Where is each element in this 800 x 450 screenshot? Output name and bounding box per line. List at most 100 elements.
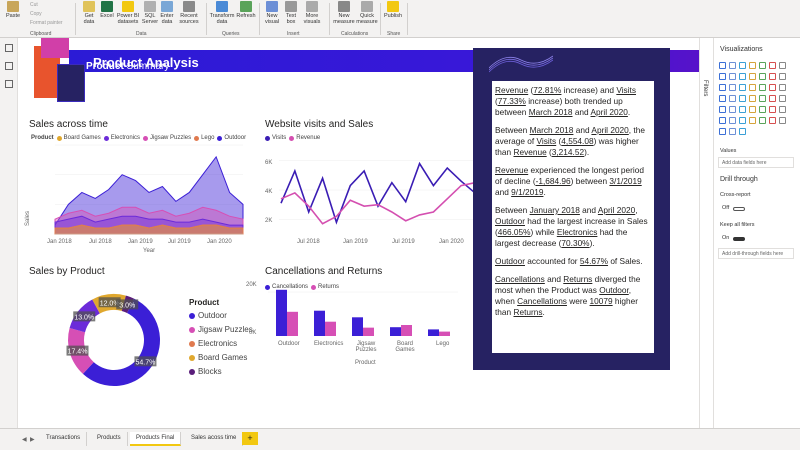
- visual-type-icon[interactable]: [779, 62, 786, 69]
- visual-type-icon[interactable]: [719, 84, 726, 91]
- tab-sales-across-time[interactable]: Sales acoss time: [185, 432, 244, 446]
- values-drop-zone[interactable]: Add data fields here: [718, 157, 794, 168]
- line-series-visits[interactable]: [280, 161, 476, 225]
- tab-products-final[interactable]: Products Final: [130, 432, 182, 446]
- visual-type-icon[interactable]: [739, 106, 746, 113]
- visual-type-icon[interactable]: [759, 84, 766, 91]
- legend-item-revenue[interactable]: Revenue: [289, 135, 320, 141]
- visual-type-icon[interactable]: [729, 117, 736, 124]
- cross-report-toggle[interactable]: [733, 207, 745, 211]
- visual-type-icon[interactable]: [719, 106, 726, 113]
- model-view-icon[interactable]: [5, 80, 13, 88]
- visual-type-icon[interactable]: [769, 62, 776, 69]
- visual-type-icon[interactable]: [769, 73, 776, 80]
- visual-type-icon[interactable]: [769, 95, 776, 102]
- keep-filters-toggle[interactable]: [733, 237, 745, 241]
- visual-type-icon[interactable]: [779, 117, 786, 124]
- cut-button[interactable]: Cut: [30, 2, 38, 8]
- recent-sources-button[interactable]: Recent sources: [177, 1, 201, 29]
- cancellations-chart[interactable]: [268, 270, 458, 336]
- report-view-icon[interactable]: [5, 44, 13, 52]
- visual-type-icon[interactable]: [749, 106, 756, 113]
- legend-item-outdoor[interactable]: Outdoor: [189, 311, 253, 320]
- transform-data-button[interactable]: Transform data: [210, 1, 234, 29]
- get-data-button[interactable]: Get data: [80, 1, 98, 29]
- format-painter-button[interactable]: Format painter: [30, 20, 63, 26]
- paste-button[interactable]: Paste: [6, 1, 20, 29]
- bar-returns-electronics[interactable]: [325, 321, 336, 336]
- bar-returns-jigsaw-puzzles[interactable]: [363, 327, 374, 336]
- quick-measure-button[interactable]: Quick measure: [356, 1, 378, 29]
- visual-type-icon[interactable]: [729, 128, 736, 135]
- new-visual-button[interactable]: New visual: [263, 1, 281, 29]
- bar-cancellations-board-games[interactable]: [390, 327, 401, 336]
- website-chart[interactable]: [279, 146, 479, 234]
- drill-through-drop-zone[interactable]: Add drill-through fields here: [718, 248, 794, 259]
- legend-item-board-games[interactable]: Board Games: [189, 353, 253, 362]
- visual-type-icon[interactable]: [779, 95, 786, 102]
- sql-server-button[interactable]: SQL Server: [142, 1, 158, 29]
- visual-type-icon[interactable]: [779, 106, 786, 113]
- bar-cancellations-outdoor[interactable]: [276, 289, 287, 336]
- visual-type-icon[interactable]: [729, 95, 736, 102]
- bar-cancellations-electronics[interactable]: [314, 310, 325, 336]
- more-visuals-button[interactable]: More visuals: [301, 1, 323, 29]
- visual-type-icon[interactable]: [769, 117, 776, 124]
- sales-time-chart[interactable]: [41, 143, 246, 238]
- legend-item-electronics[interactable]: Electronics: [189, 339, 253, 348]
- visual-type-icon[interactable]: [749, 62, 756, 69]
- visual-type-icon[interactable]: [769, 106, 776, 113]
- tab-scroll-left-icon[interactable]: ◀: [22, 436, 27, 443]
- publish-button[interactable]: Publish: [383, 1, 403, 29]
- summary-text-box[interactable]: Revenue (72.81% increase) and Visits (77…: [492, 81, 654, 353]
- legend-item-jigsaw[interactable]: Jigsaw Puzzles: [189, 325, 253, 334]
- visual-type-icon[interactable]: [759, 117, 766, 124]
- legend-item-visits[interactable]: Visits: [265, 135, 286, 141]
- legend-item-electronics[interactable]: Electronics: [103, 135, 140, 141]
- tab-scroll-right-icon[interactable]: ▶: [30, 436, 35, 443]
- enter-data-button[interactable]: Enter data: [159, 1, 175, 29]
- bar-cancellations-lego[interactable]: [428, 329, 439, 336]
- visual-type-icon[interactable]: [749, 117, 756, 124]
- legend-item-blocks[interactable]: Blocks: [189, 367, 253, 376]
- visual-type-icon[interactable]: [719, 62, 726, 69]
- visual-type-icon[interactable]: [779, 73, 786, 80]
- filters-pane[interactable]: [699, 38, 713, 428]
- visual-type-icon[interactable]: [739, 117, 746, 124]
- visual-type-icon[interactable]: [719, 73, 726, 80]
- new-measure-button[interactable]: New measure: [333, 1, 355, 29]
- add-page-button[interactable]: +: [242, 432, 258, 445]
- visual-type-icon[interactable]: [779, 84, 786, 91]
- visual-type-icon[interactable]: [729, 62, 736, 69]
- visual-type-icon[interactable]: [749, 73, 756, 80]
- line-series-revenue[interactable]: [280, 181, 476, 225]
- bar-returns-outdoor[interactable]: [287, 311, 298, 336]
- visual-type-icon[interactable]: [719, 128, 726, 135]
- legend-item-outdoor[interactable]: Outdoor: [217, 135, 246, 141]
- refresh-button[interactable]: Refresh: [236, 1, 256, 29]
- visual-type-icon[interactable]: [749, 84, 756, 91]
- pbi-datasets-button[interactable]: Power BI datasets: [116, 1, 140, 29]
- visual-type-icon[interactable]: [739, 84, 746, 91]
- legend-item-board-games[interactable]: Board Games: [56, 135, 101, 141]
- visual-type-icon[interactable]: [729, 106, 736, 113]
- filters-pane-label[interactable]: Filters: [702, 80, 708, 96]
- visual-type-icon[interactable]: [719, 117, 726, 124]
- data-view-icon[interactable]: [5, 62, 13, 70]
- visual-type-icon[interactable]: [739, 62, 746, 69]
- bar-returns-lego[interactable]: [439, 331, 450, 336]
- visual-type-icon[interactable]: [769, 84, 776, 91]
- bar-returns-board-games[interactable]: [401, 325, 412, 336]
- bar-cancellations-jigsaw-puzzles[interactable]: [352, 317, 363, 336]
- tab-transactions[interactable]: Transactions: [40, 432, 88, 446]
- visual-type-icon[interactable]: [719, 95, 726, 102]
- tab-products[interactable]: Products: [91, 432, 128, 446]
- sales-product-chart[interactable]: 54.7%17.4%13.0%12.0% 3.0%: [59, 290, 169, 390]
- visual-type-icon[interactable]: [729, 73, 736, 80]
- excel-button[interactable]: Excel: [99, 1, 115, 29]
- visual-type-icon[interactable]: [759, 62, 766, 69]
- visual-type-icon[interactable]: [729, 84, 736, 91]
- copy-button[interactable]: Copy: [30, 11, 42, 17]
- visual-type-icon[interactable]: [759, 95, 766, 102]
- legend-item-lego[interactable]: Lego: [194, 135, 214, 141]
